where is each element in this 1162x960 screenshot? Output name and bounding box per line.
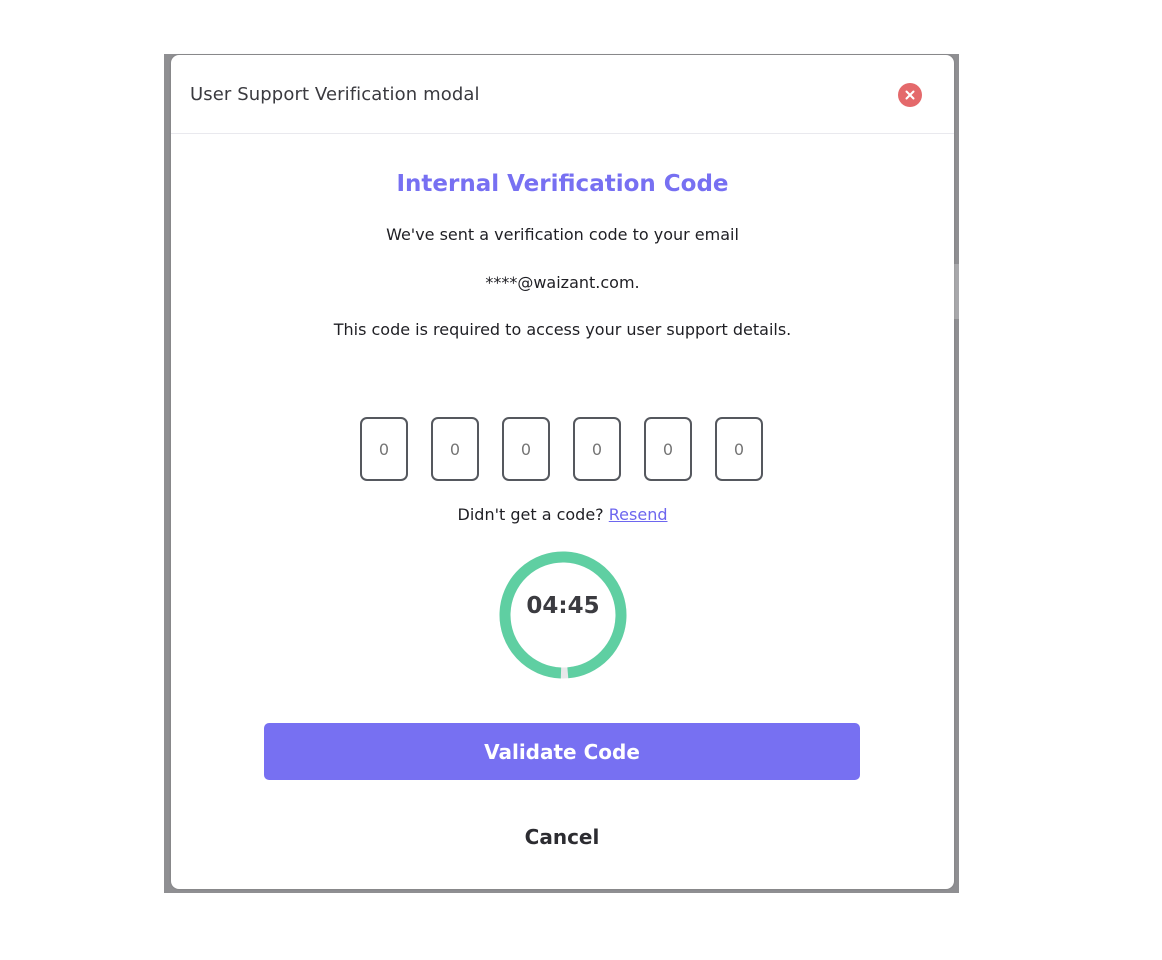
otp-digit-2[interactable] <box>431 417 479 481</box>
close-button[interactable] <box>898 83 922 107</box>
modal-header: User Support Verification modal <box>171 55 954 134</box>
close-icon <box>905 90 915 100</box>
timer-value: 04:45 <box>526 593 600 619</box>
otp-digit-1[interactable] <box>360 417 408 481</box>
otp-digit-6[interactable] <box>715 417 763 481</box>
resend-prompt: Didn't get a code? <box>457 505 604 524</box>
resend-link[interactable]: Resend <box>609 505 668 524</box>
otp-digit-4[interactable] <box>573 417 621 481</box>
modal-title: User Support Verification modal <box>190 84 480 105</box>
masked-email: ****@waizant.com. <box>485 273 640 292</box>
resend-row: Didn't get a code? Resend <box>171 505 954 524</box>
countdown-timer: 04:45 <box>497 549 629 681</box>
verification-heading: Internal Verification Code <box>396 171 729 197</box>
validate-code-button[interactable]: Validate Code <box>264 723 860 780</box>
required-notice: This code is required to access your use… <box>333 320 792 339</box>
sent-code-text: We've sent a verification code to your e… <box>386 225 739 244</box>
otp-digit-5[interactable] <box>644 417 692 481</box>
verification-modal: User Support Verification modal Internal… <box>171 55 954 889</box>
otp-digit-3[interactable] <box>502 417 550 481</box>
cancel-button[interactable]: Cancel <box>482 817 642 857</box>
